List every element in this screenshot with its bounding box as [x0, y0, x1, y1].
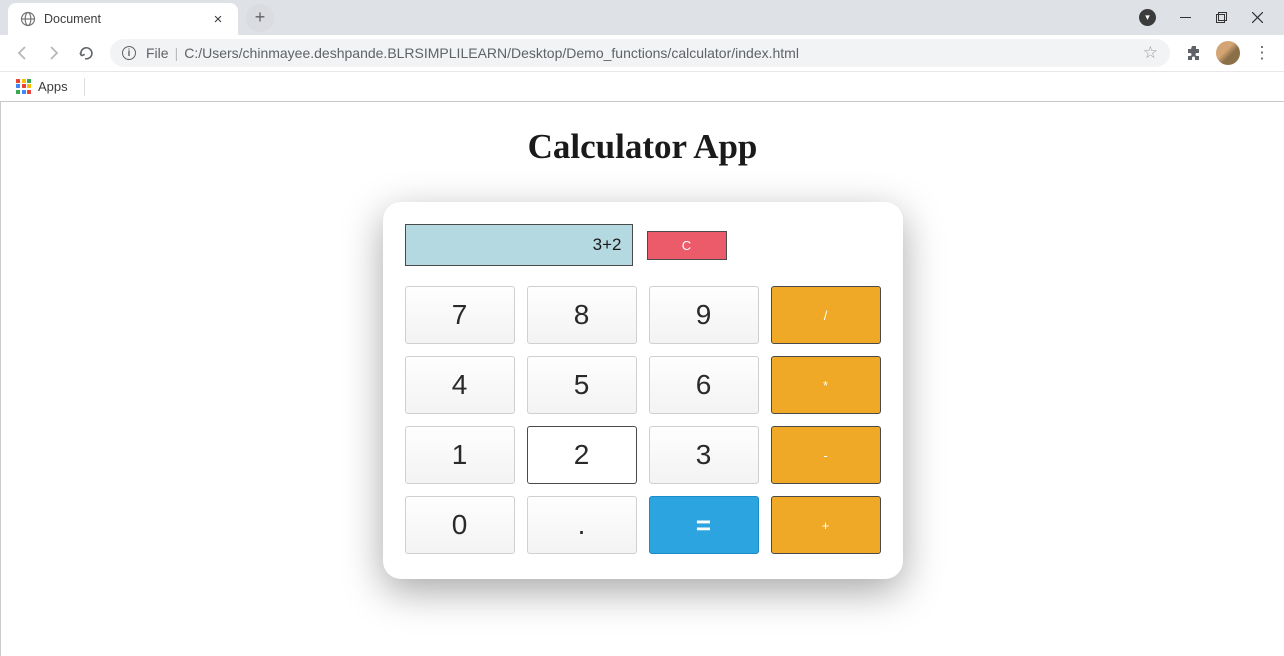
close-window-button[interactable]: [1250, 11, 1264, 25]
info-icon: i: [122, 46, 136, 60]
display-row: C: [405, 224, 881, 266]
tab-title: Document: [44, 12, 202, 26]
page-content: Calculator App C 7 8 9 / 4 5 6 * 1 2 3: [0, 102, 1284, 656]
add-button[interactable]: +: [771, 496, 881, 554]
apps-label[interactable]: Apps: [38, 79, 68, 94]
browser-chrome: Document × + ▾: [0, 0, 1284, 102]
window-controls: ▾: [1139, 0, 1284, 35]
digit-1-button[interactable]: 1: [405, 426, 515, 484]
divide-button[interactable]: /: [771, 286, 881, 344]
digit-2-button[interactable]: 2: [527, 426, 637, 484]
digit-9-button[interactable]: 9: [649, 286, 759, 344]
address-text: File|C:/Users/chinmayee.deshpande.BLRSIM…: [146, 45, 1133, 61]
apps-icon[interactable]: [16, 79, 32, 95]
multiply-button[interactable]: *: [771, 356, 881, 414]
reload-button[interactable]: [72, 39, 100, 67]
page-title: Calculator App: [1, 127, 1284, 167]
new-tab-button[interactable]: +: [246, 4, 274, 32]
digit-7-button[interactable]: 7: [405, 286, 515, 344]
avatar[interactable]: [1216, 41, 1240, 65]
tab-strip: Document × +: [0, 0, 1284, 35]
back-button[interactable]: [8, 39, 36, 67]
clear-button[interactable]: C: [647, 231, 727, 260]
browser-tab[interactable]: Document ×: [8, 3, 238, 35]
digit-5-button[interactable]: 5: [527, 356, 637, 414]
star-icon[interactable]: ☆: [1143, 43, 1158, 63]
maximize-button[interactable]: [1214, 11, 1228, 25]
profile-indicator-icon[interactable]: ▾: [1139, 9, 1156, 26]
button-grid: 7 8 9 / 4 5 6 * 1 2 3 - 0 . = +: [405, 286, 881, 554]
bookmarks-bar: Apps: [0, 71, 1284, 101]
calculator-display[interactable]: [405, 224, 633, 266]
forward-button[interactable]: [40, 39, 68, 67]
extensions-icon[interactable]: [1180, 39, 1208, 67]
close-icon[interactable]: ×: [210, 11, 226, 27]
address-bar[interactable]: i File|C:/Users/chinmayee.deshpande.BLRS…: [110, 39, 1170, 67]
digit-4-button[interactable]: 4: [405, 356, 515, 414]
digit-3-button[interactable]: 3: [649, 426, 759, 484]
calculator: C 7 8 9 / 4 5 6 * 1 2 3 - 0 . =: [383, 202, 903, 579]
subtract-button[interactable]: -: [771, 426, 881, 484]
equals-button[interactable]: =: [649, 496, 759, 554]
digit-0-button[interactable]: 0: [405, 496, 515, 554]
menu-icon[interactable]: ⋮: [1248, 39, 1276, 67]
toolbar: i File|C:/Users/chinmayee.deshpande.BLRS…: [0, 35, 1284, 71]
minimize-button[interactable]: [1178, 11, 1192, 25]
globe-icon: [20, 11, 36, 27]
decimal-button[interactable]: .: [527, 496, 637, 554]
divider: [84, 78, 85, 96]
digit-8-button[interactable]: 8: [527, 286, 637, 344]
digit-6-button[interactable]: 6: [649, 356, 759, 414]
